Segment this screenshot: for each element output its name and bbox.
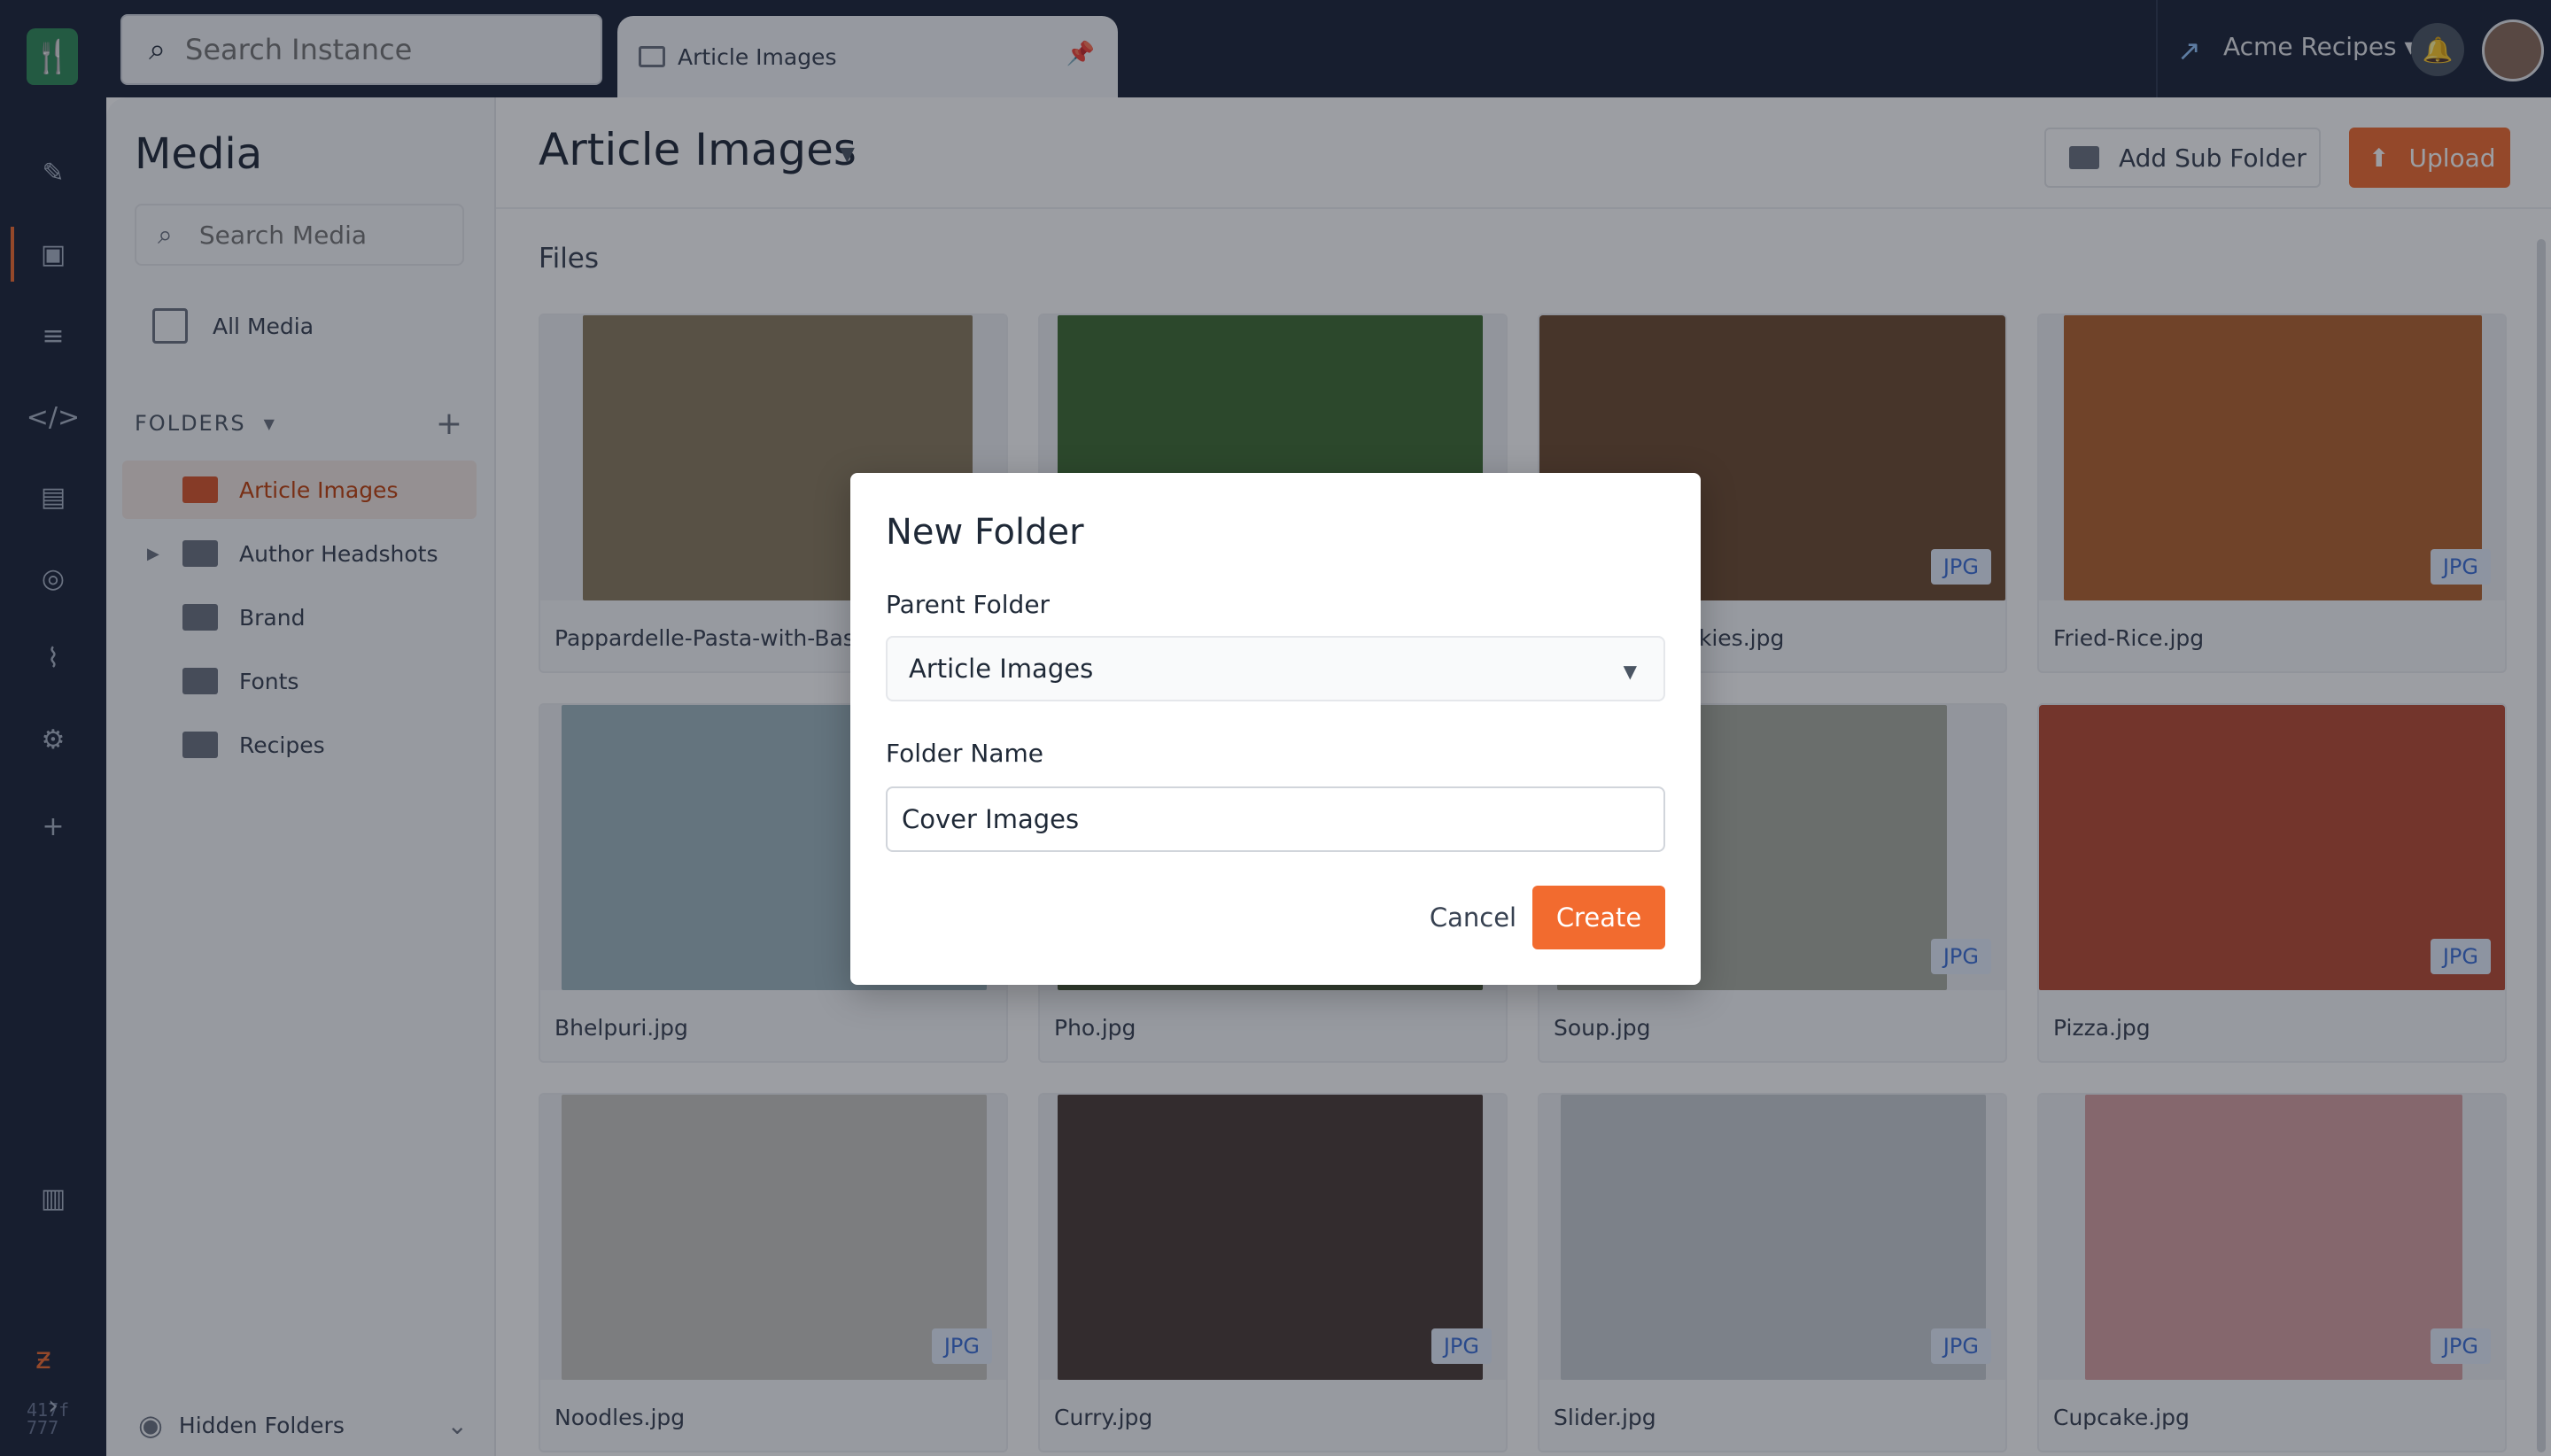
cancel-button[interactable]: Cancel [1415, 886, 1531, 949]
folder-name-field[interactable] [886, 786, 1665, 852]
parent-folder-value: Article Images [909, 654, 1094, 684]
folder-name-label: Folder Name [886, 739, 1044, 768]
parent-folder-select[interactable]: Article Images ▼ [886, 636, 1665, 701]
parent-folder-label: Parent Folder [886, 590, 1051, 619]
create-button[interactable]: Create [1532, 886, 1665, 949]
new-folder-dialog: New Folder Parent Folder Article Images … [850, 473, 1701, 985]
chevron-down-icon: ▼ [1623, 661, 1637, 682]
dialog-title: New Folder [886, 512, 1084, 553]
